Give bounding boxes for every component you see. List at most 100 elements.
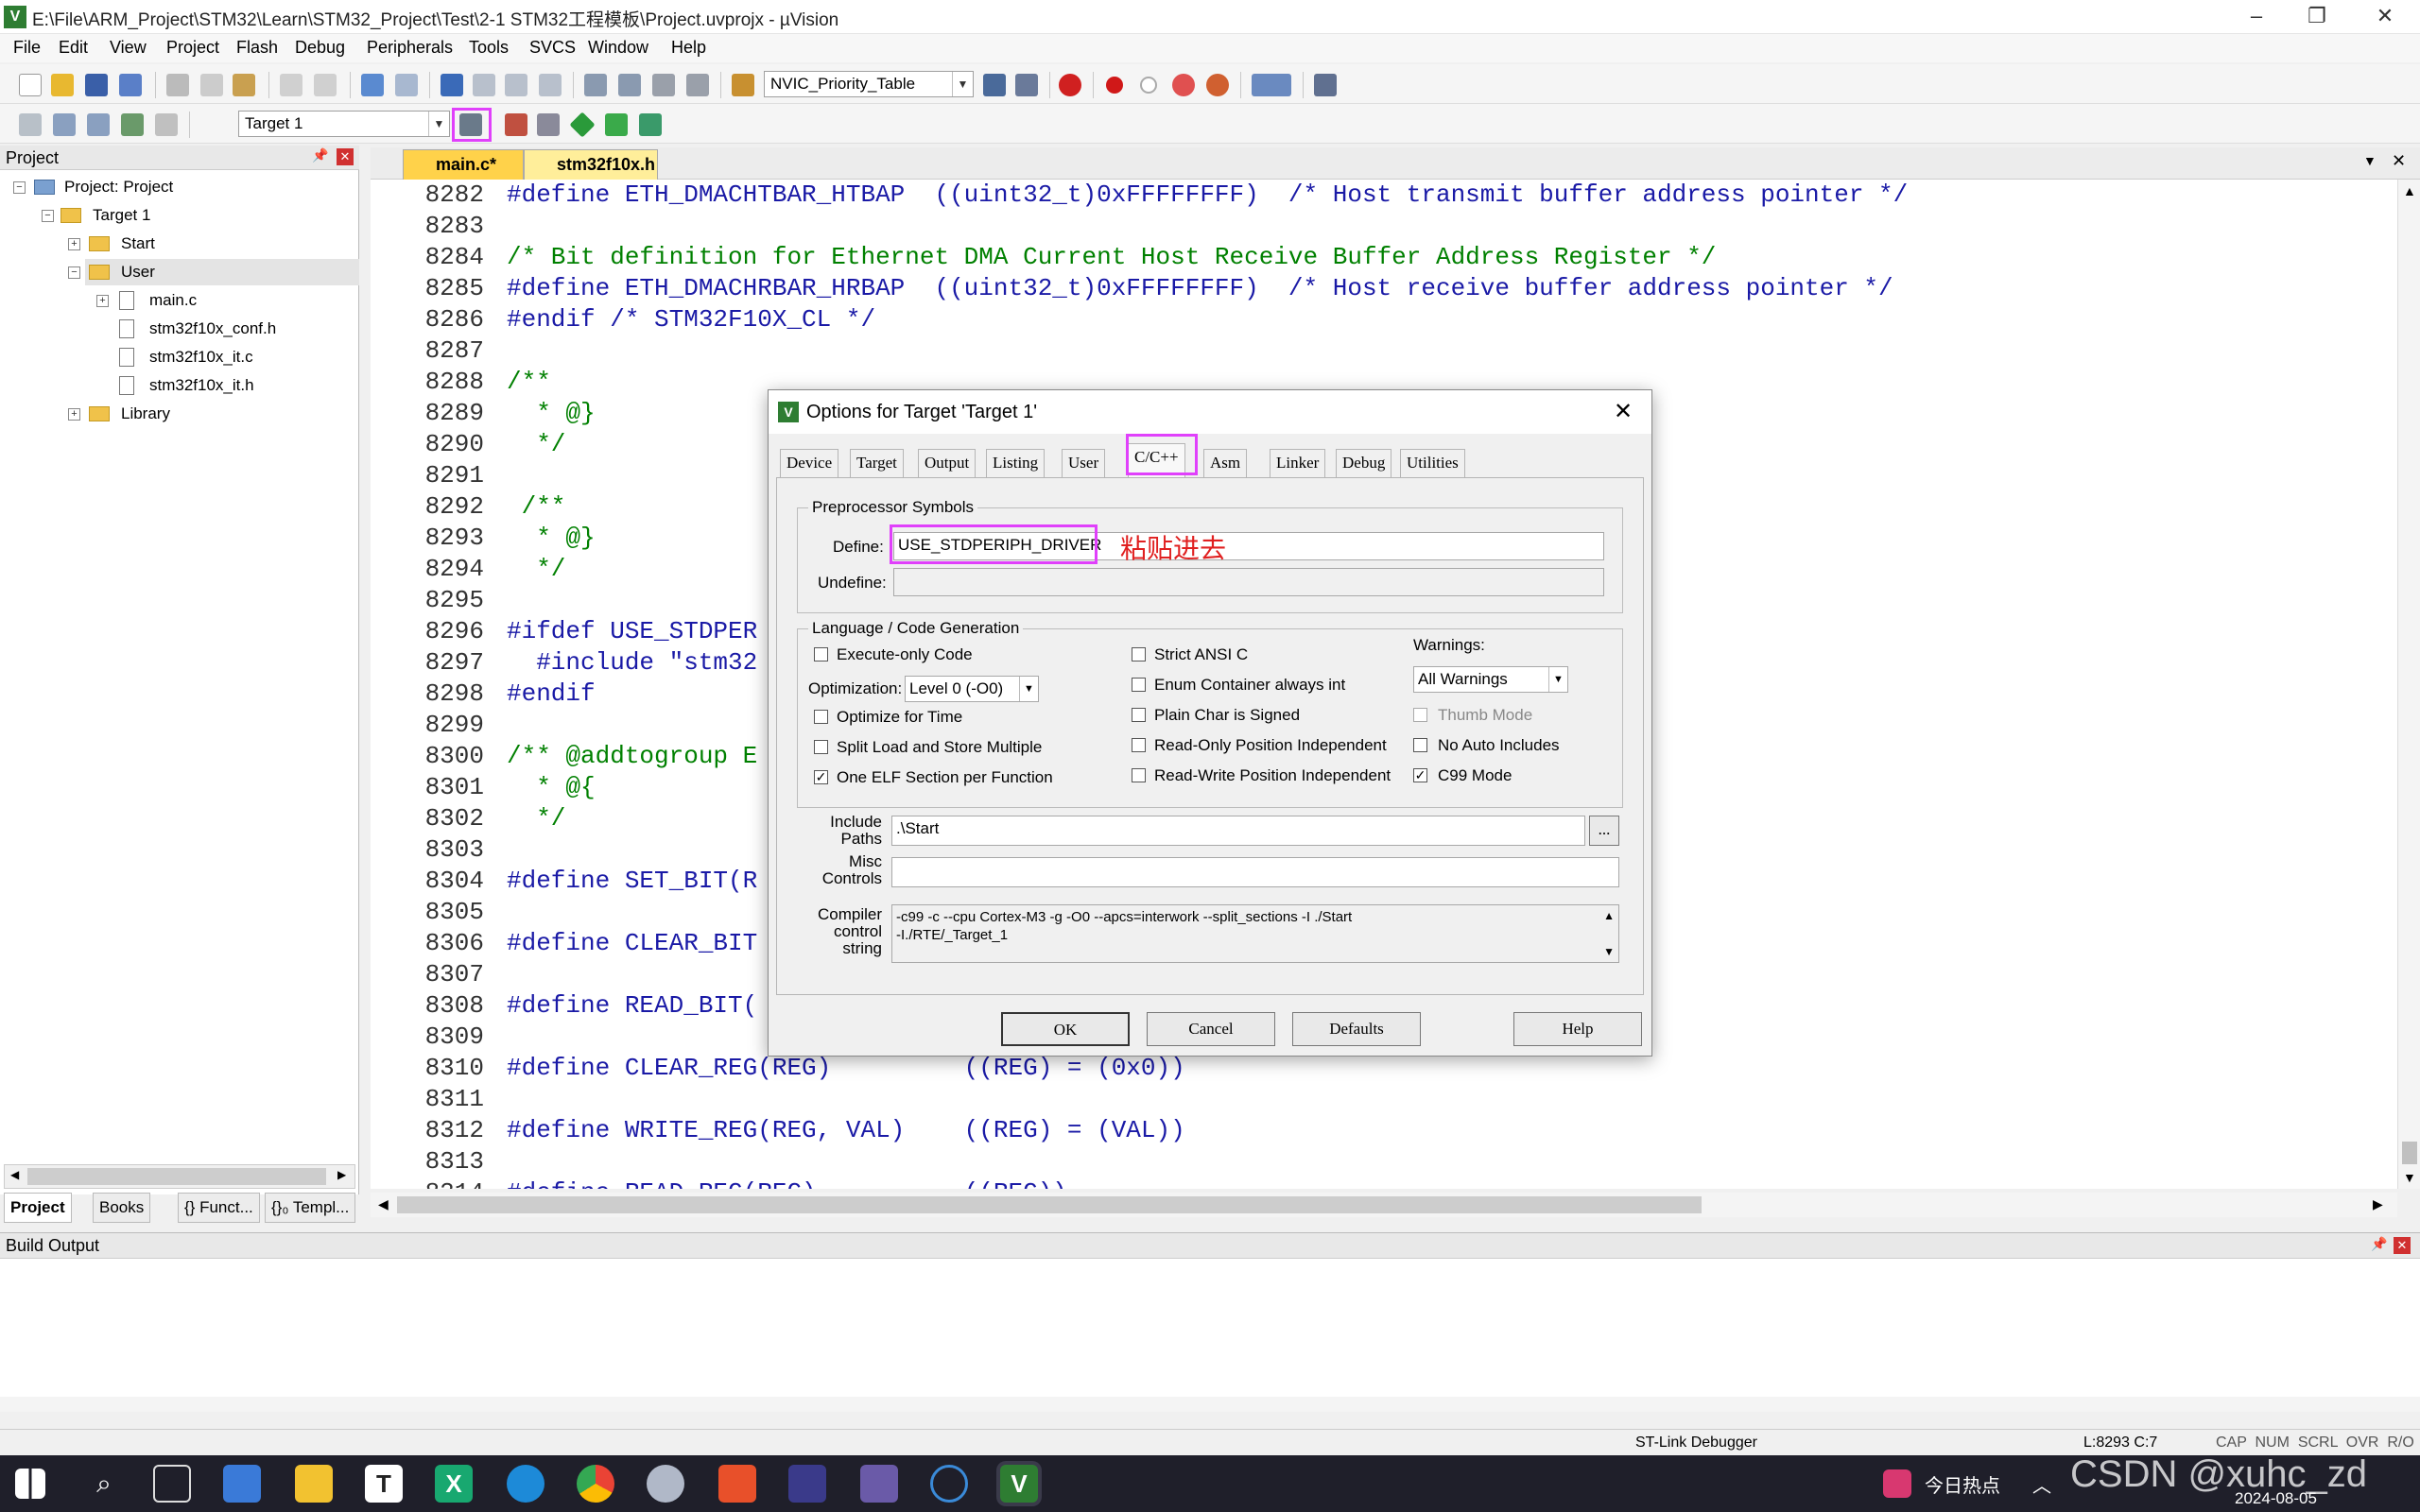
build-hscrollbar[interactable] [0,1397,2420,1412]
unindent-icon[interactable] [618,74,641,96]
search-icon[interactable]: ⌕ [85,1465,123,1503]
collapse-icon[interactable]: − [13,181,26,194]
tab-main-c[interactable]: main.c* [403,149,524,180]
window-layout-icon[interactable] [1252,74,1291,96]
menu-tools[interactable]: Tools [469,38,509,58]
close-dialog-icon[interactable]: ✕ [1614,390,1633,434]
code-line[interactable]: 8282 #define ETH_DMACHTBAR_HTBAP ((uint32… [371,180,2397,211]
navigate-forward-icon[interactable] [395,74,418,96]
chevron-down-icon[interactable]: ▼ [952,72,973,96]
code-line[interactable]: 8286 #endif /* STM32F10X_CL */ [371,304,2397,335]
tab-utilities[interactable]: Utilities [1400,449,1465,477]
close-panel-icon[interactable]: ✕ [2394,1237,2411,1254]
tab-target[interactable]: Target [850,449,904,477]
menu-view[interactable]: View [110,38,147,58]
pin-icon[interactable]: 📌 [2371,1236,2387,1252]
file-explorer-icon[interactable] [295,1465,333,1503]
rwpi-checkbox[interactable] [1132,768,1146,782]
plain-char-checkbox[interactable] [1132,708,1146,722]
tab-linker[interactable]: Linker [1270,449,1326,477]
build-output-pane[interactable] [0,1259,2420,1412]
start-debug-icon[interactable] [1059,74,1081,96]
tab-books[interactable]: Books [93,1193,151,1223]
code-line[interactable]: 8285 #define ETH_DMACHRBAR_HRBAP ((uint32… [371,273,2397,304]
save-all-icon[interactable] [119,74,142,96]
tree-file-it-h[interactable]: stm32f10x_it.h [149,372,254,399]
task-view-icon[interactable] [153,1465,191,1503]
enum-container-checkbox[interactable] [1132,678,1146,692]
tab-list-icon[interactable]: ▼ [2363,153,2377,168]
chevron-down-icon[interactable]: ▼ [1019,677,1038,701]
app-icon[interactable] [647,1465,684,1503]
windows-start-icon[interactable] [15,1469,45,1499]
chrome-icon[interactable] [577,1465,614,1503]
tree-project[interactable]: Project: Project [64,174,173,200]
project-hscrollbar[interactable]: ◀ ▶ [4,1164,355,1189]
tab-device[interactable]: Device [780,449,839,477]
app-icon[interactable] [718,1465,756,1503]
tab-stm32f10x-h[interactable]: stm32f10x.h [524,149,658,180]
code-line[interactable]: 8283 [371,211,2397,242]
pack-installer-icon[interactable] [569,112,596,138]
c99-mode-checkbox[interactable]: ✓ [1413,768,1427,782]
tree-file-main-c[interactable]: main.c [149,287,197,314]
warnings-select[interactable]: All Warnings ▼ [1413,666,1568,693]
ok-button[interactable]: OK [1001,1012,1130,1046]
comment-icon[interactable] [652,74,675,96]
menu-edit[interactable]: Edit [59,38,88,58]
uvision-taskbar-icon[interactable]: V [1000,1465,1038,1503]
menu-peripherals[interactable]: Peripherals [367,38,453,58]
save-icon[interactable] [85,74,108,96]
code-line[interactable]: 8311 [371,1084,2397,1115]
menu-debug[interactable]: Debug [295,38,345,58]
next-bookmark-icon[interactable] [505,74,527,96]
menu-project[interactable]: Project [166,38,219,58]
prev-bookmark-icon[interactable] [473,74,495,96]
menu-svcs[interactable]: SVCS [529,38,576,58]
menu-file[interactable]: File [13,38,41,58]
editor-hscrollbar[interactable]: ◀ ▶ [371,1193,2397,1217]
stop-build-icon[interactable] [155,113,178,136]
arrow-down-icon[interactable]: ▼ [1603,943,1615,961]
scroll-thumb[interactable] [2402,1142,2417,1164]
collapse-icon[interactable]: − [42,210,54,222]
arrow-right-icon[interactable]: ▶ [2373,1196,2383,1212]
restore-icon[interactable]: ❐ [2288,0,2346,34]
close-panel-icon[interactable]: ✕ [337,148,354,165]
close-editor-icon[interactable]: ✕ [2392,151,2406,171]
no-auto-includes-checkbox[interactable] [1413,738,1427,752]
tab-asm[interactable]: Asm [1203,449,1248,477]
incremental-find-icon[interactable] [1015,74,1038,96]
tex-icon[interactable] [788,1465,826,1503]
edge-icon[interactable] [507,1465,544,1503]
menu-help[interactable]: Help [671,38,706,58]
editor-vscrollbar[interactable]: ▲ ▼ [2397,180,2420,1189]
arrow-up-icon[interactable]: ▲ [2403,183,2416,198]
everything-search-icon[interactable] [930,1465,968,1503]
calculator-icon[interactable] [223,1465,261,1503]
arrow-up-icon[interactable]: ▲ [1603,907,1615,925]
tree-group-library[interactable]: Library [121,401,170,427]
find-in-files-icon[interactable] [732,74,754,96]
thumb-mode-checkbox[interactable] [1413,708,1427,722]
batch-build-icon[interactable] [121,113,144,136]
find-icon[interactable] [983,74,1006,96]
tree-file-it-c[interactable]: stm32f10x_it.c [149,344,253,370]
help-button[interactable]: Help [1513,1012,1642,1046]
build-icon[interactable] [53,113,76,136]
pin-icon[interactable]: 📌 [312,147,328,163]
defaults-button[interactable]: Defaults [1292,1012,1421,1046]
app-icon[interactable] [860,1465,898,1503]
open-file-icon[interactable] [51,74,74,96]
uncomment-icon[interactable] [686,74,709,96]
tab-debug[interactable]: Debug [1336,449,1392,477]
tree-file-conf-h[interactable]: stm32f10x_conf.h [149,316,276,342]
function-combo[interactable]: NVIC_Priority_Table ▼ [764,71,974,97]
tray-expand-icon[interactable]: ︿ [2032,1470,2051,1498]
expand-icon[interactable]: + [68,408,80,421]
paste-icon[interactable] [233,74,255,96]
clear-bookmarks-icon[interactable] [539,74,562,96]
tab-user[interactable]: User [1062,449,1106,477]
expand-icon[interactable]: + [68,238,80,250]
expand-icon[interactable]: + [96,295,109,307]
